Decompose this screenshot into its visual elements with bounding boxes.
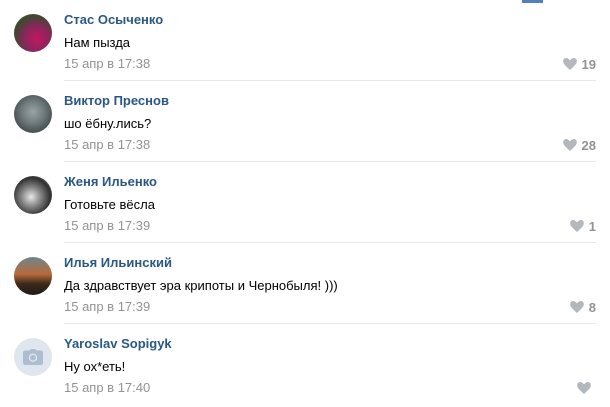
comment-text: Да здравствует эра крипоты и Чернобыля! …	[64, 278, 338, 293]
camera-icon	[23, 349, 43, 365]
like-button[interactable]: 8	[569, 299, 596, 315]
heart-icon	[569, 301, 584, 313]
avatar[interactable]	[14, 95, 52, 133]
comment-text: Готовьте вёсла	[64, 197, 155, 212]
like-count: 1	[588, 218, 596, 234]
comment-date[interactable]: 15 апр в 17:39	[64, 299, 150, 314]
heart-icon	[562, 139, 577, 151]
like-button[interactable]: 1	[569, 218, 596, 234]
avatar[interactable]	[14, 338, 52, 376]
comment-item: Женя Ильенко Готовьте вёсла 15 апр в 17:…	[0, 162, 610, 243]
comment-item: Илья Ильинский Да здравствует эра крипот…	[0, 243, 610, 324]
like-button[interactable]	[577, 380, 596, 396]
comment-text: шо ёбну.лись?	[64, 116, 152, 131]
like-count: 19	[581, 56, 596, 72]
comment-author[interactable]: Илья Ильинский	[64, 255, 172, 270]
comment-item: Стас Осыченко Нам пызда 15 апр в 17:38 1…	[0, 0, 610, 81]
comments-page: Стас Осыченко Нам пызда 15 апр в 17:38 1…	[0, 0, 610, 407]
like-count: 28	[581, 137, 596, 153]
comment-item: Виктор Преснов шо ёбну.лись? 15 апр в 17…	[0, 81, 610, 162]
avatar[interactable]	[14, 176, 52, 214]
comment-author[interactable]: Женя Ильенко	[64, 174, 157, 189]
heart-icon	[577, 382, 591, 394]
heart-icon	[562, 58, 577, 70]
comment-item: Yaroslav Sopigyk Ну ох*еть! 15 апр в 17:…	[0, 324, 610, 405]
avatar[interactable]	[14, 14, 52, 52]
like-count: 8	[588, 299, 596, 315]
comment-author[interactable]: Yaroslav Sopigyk	[64, 336, 172, 351]
comment-text: Нам пызда	[64, 35, 131, 50]
heart-icon	[569, 220, 584, 232]
comment-text: Ну ох*еть!	[64, 359, 126, 374]
comment-date[interactable]: 15 апр в 17:39	[64, 218, 150, 233]
comment-date[interactable]: 15 апр в 17:40	[64, 380, 150, 395]
comment-author[interactable]: Стас Осыченко	[64, 12, 163, 27]
comment-date[interactable]: 15 апр в 17:38	[64, 137, 150, 152]
comment-author[interactable]: Виктор Преснов	[64, 93, 169, 108]
like-button[interactable]: 28	[562, 137, 596, 153]
avatar[interactable]	[14, 257, 52, 295]
comment-date[interactable]: 15 апр в 17:38	[64, 56, 150, 71]
like-button[interactable]: 19	[562, 56, 596, 72]
